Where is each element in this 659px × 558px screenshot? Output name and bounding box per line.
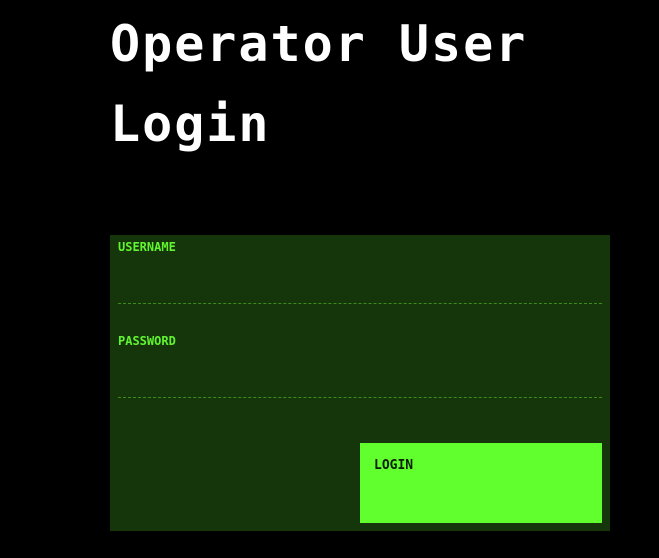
password-field[interactable]: PASSWORD: [118, 333, 602, 398]
username-label: USERNAME: [118, 240, 176, 254]
password-input[interactable]: [118, 353, 602, 393]
username-input[interactable]: [118, 259, 602, 299]
password-label: PASSWORD: [118, 334, 176, 348]
login-button-label: LOGIN: [374, 458, 414, 473]
login-panel: USERNAME PASSWORD LOGIN: [110, 235, 610, 531]
page-title: Operator User Login: [110, 15, 528, 153]
username-field[interactable]: USERNAME: [118, 239, 602, 304]
login-button[interactable]: LOGIN: [360, 443, 602, 523]
